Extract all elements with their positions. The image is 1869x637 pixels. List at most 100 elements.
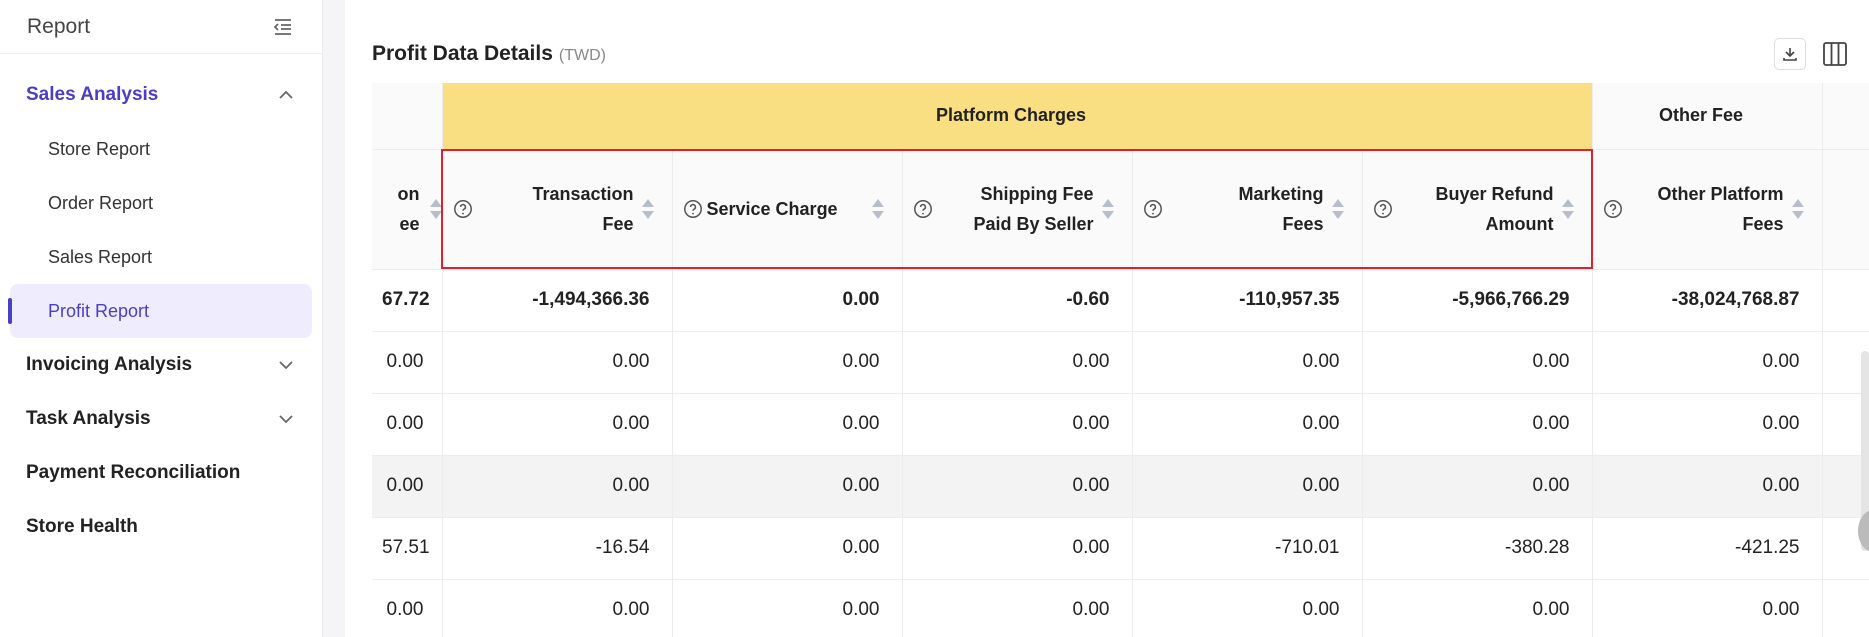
sort-icon[interactable] (870, 196, 886, 222)
column-header-label: Buyer Refund Amount (1393, 179, 1560, 239)
menu-group-label: Sales Analysis (26, 84, 159, 105)
column-header-other-platform-fees[interactable]: Other Platform Fees (1592, 149, 1823, 270)
menu-item-label: Profit Report (48, 300, 150, 321)
sort-icon[interactable] (640, 196, 656, 222)
table-row-total: 67.72 -1,494,366.36 0.00 -0.60 -110,957.… (372, 269, 1869, 332)
group-header-platform-charges: Platform Charges (442, 83, 1593, 150)
header-line2: Amount (1485, 214, 1554, 234)
header-line1: Shipping Fee (980, 184, 1094, 204)
table-cell: 0.00 (672, 269, 903, 332)
table-cell: 0.00 (1362, 393, 1593, 456)
table-cell: 0.00 (1132, 331, 1363, 394)
column-header-label: Other Platform Fees (1623, 179, 1790, 239)
main-content: Profit Data Details (TWD) Platform Charg… (345, 0, 1869, 637)
header-line2: Fee (602, 214, 634, 234)
table-cell: 0.00 (442, 331, 673, 394)
menu-group-store-health[interactable]: Store Health (0, 500, 322, 554)
column-header-transaction-fee[interactable]: Transaction Fee (442, 149, 673, 270)
column-header-label: on ee (372, 179, 420, 239)
table-cell: 0.00 (672, 579, 903, 637)
header-line1: Service Charge (706, 199, 838, 219)
collapse-menu-icon[interactable] (271, 15, 295, 39)
table-cell (1822, 579, 1869, 637)
help-icon[interactable] (1373, 199, 1393, 219)
table-cell: 0.00 (902, 517, 1133, 580)
menu-group-label: Invoicing Analysis (26, 354, 193, 375)
menu-item-label: Order Report (48, 192, 154, 213)
table-cell: 0.00 (902, 331, 1133, 394)
profit-table: Platform Charges Other Fee on ee Transac… (372, 83, 1869, 637)
column-header-buyer-refund-amount[interactable]: Buyer Refund Amount (1362, 149, 1593, 270)
table-row[interactable]: 0.00 0.00 0.00 0.00 0.00 0.00 0.00 (372, 331, 1869, 394)
group-header-blank (1822, 83, 1869, 150)
sort-icon[interactable] (1330, 196, 1346, 222)
sort-icon[interactable] (1100, 196, 1116, 222)
table-cell: 0.00 (442, 393, 673, 456)
column-header-label: Transaction Fee (473, 179, 640, 239)
header-line1: Transaction (532, 184, 634, 204)
table-body: 67.72 -1,494,366.36 0.00 -0.60 -110,957.… (372, 269, 1869, 637)
table-cell: 0.00 (442, 579, 673, 637)
header-line2: ee (399, 214, 420, 234)
download-button[interactable] (1774, 38, 1806, 70)
menu-item-store-report[interactable]: Store Report (10, 122, 312, 176)
column-header-label: Shipping Fee Paid By Seller (933, 179, 1100, 239)
menu-item-profit-report[interactable]: Profit Report (8, 284, 312, 338)
table-cell: 0.00 (1592, 455, 1823, 518)
chevron-up-icon (279, 90, 293, 99)
help-icon[interactable] (913, 199, 933, 219)
menu-group-label: Store Health (26, 516, 138, 537)
table-cell: -710.01 (1132, 517, 1363, 580)
table-cell: 0.00 (672, 455, 903, 518)
table-row[interactable]: 0.00 0.00 0.00 0.00 0.00 0.00 0.00 (372, 579, 1869, 637)
header-line2: Paid By Seller (973, 214, 1094, 234)
menu-group-sales-analysis[interactable]: Sales Analysis (0, 68, 322, 122)
table-cell: 0.00 (372, 393, 443, 456)
menu-group-payment-reconciliation[interactable]: Payment Reconciliation (0, 446, 322, 500)
table-cell: 0.00 (902, 393, 1133, 456)
column-header-service-charge[interactable]: Service Charge (672, 149, 903, 270)
menu-group-task-analysis[interactable]: Task Analysis (0, 392, 322, 446)
table-cell: 0.00 (372, 579, 443, 637)
table-cell: -110,957.35 (1132, 269, 1363, 332)
header-line1: Buyer Refund (1435, 184, 1554, 204)
currency-label: (TWD) (558, 47, 606, 64)
menu-item-label: Sales Report (48, 246, 153, 267)
help-icon[interactable] (1143, 199, 1163, 219)
column-settings-button[interactable] (1819, 38, 1851, 70)
help-icon[interactable] (453, 199, 473, 219)
table-cell: 67.72 (372, 269, 443, 332)
table-cell: -0.60 (902, 269, 1133, 332)
table-cell: 0.00 (902, 579, 1133, 637)
table-cell: 0.00 (1592, 579, 1823, 637)
help-icon[interactable] (683, 199, 703, 219)
column-header-label: Marketing Fees (1163, 179, 1330, 239)
table-cell (1822, 269, 1869, 332)
table-cell: -1,494,366.36 (442, 269, 673, 332)
column-header-shipping-fee-paid-by-seller[interactable]: Shipping Fee Paid By Seller (902, 149, 1133, 270)
sort-icon[interactable] (1790, 196, 1806, 222)
column-header-marketing-fees[interactable]: Marketing Fees (1132, 149, 1363, 270)
table-cell: 0.00 (1132, 579, 1363, 637)
header-line1: Marketing (1238, 184, 1324, 204)
column-header-partial[interactable]: on ee (372, 149, 443, 270)
table-row[interactable]: 0.00 0.00 0.00 0.00 0.00 0.00 0.00 (372, 455, 1869, 518)
header-line1: on (397, 184, 420, 204)
table-cell: -38,024,768.87 (1592, 269, 1823, 332)
table-cell: 0.00 (902, 455, 1133, 518)
table-row[interactable]: 57.51 -16.54 0.00 0.00 -710.01 -380.28 -… (372, 517, 1869, 580)
sort-icon[interactable] (1560, 196, 1576, 222)
menu-group-invoicing-analysis[interactable]: Invoicing Analysis (0, 338, 322, 392)
group-header-other-fee: Other Fee (1592, 83, 1823, 150)
help-icon[interactable] (1603, 199, 1623, 219)
table-cell: 0.00 (1362, 331, 1593, 394)
menu-item-order-report[interactable]: Order Report (10, 176, 312, 230)
table-cell: 0.00 (1592, 393, 1823, 456)
sidebar-title: Report (27, 14, 91, 38)
table-row[interactable]: 0.00 0.00 0.00 0.00 0.00 0.00 0.00 (372, 393, 1869, 456)
table-cell: 0.00 (1592, 331, 1823, 394)
table-cell: -5,966,766.29 (1362, 269, 1593, 332)
menu-item-sales-report[interactable]: Sales Report (10, 230, 312, 284)
download-icon (1783, 48, 1797, 61)
menu-group-label: Payment Reconciliation (26, 462, 241, 483)
